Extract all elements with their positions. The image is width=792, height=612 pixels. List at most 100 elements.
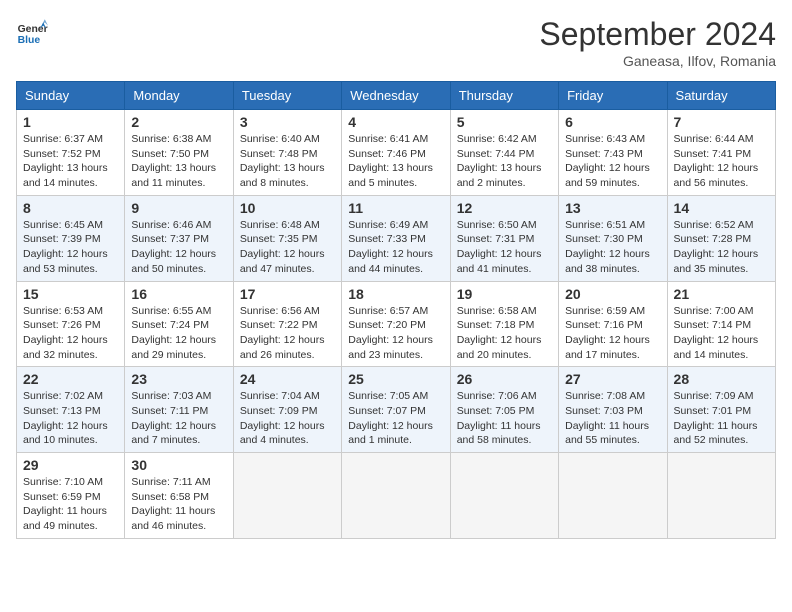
day-number-12: 12 bbox=[457, 200, 552, 216]
day-number-9: 9 bbox=[131, 200, 226, 216]
empty-cell bbox=[233, 453, 341, 539]
day-number-27: 27 bbox=[565, 371, 660, 387]
day-info-21: Sunrise: 7:00 AMSunset: 7:14 PMDaylight:… bbox=[674, 304, 769, 363]
day-cell-9: 9Sunrise: 6:46 AMSunset: 7:37 PMDaylight… bbox=[125, 195, 233, 281]
day-cell-10: 10 Sunrise: 6:48 AMSunset: 7:35 PMDayligh… bbox=[233, 195, 341, 281]
header-tuesday: Tuesday bbox=[233, 82, 341, 110]
day-info-20: Sunrise: 6:59 AMSunset: 7:16 PMDaylight:… bbox=[565, 304, 660, 363]
day-cell-22: 22 Sunrise: 7:02 AMSunset: 7:13 PMDayligh… bbox=[17, 367, 125, 453]
day-info-10: Sunrise: 6:48 AMSunset: 7:35 PMDaylight:… bbox=[240, 218, 335, 277]
day-cell-8: 8 Sunrise: 6:45 AMSunset: 7:39 PMDaylight… bbox=[17, 195, 125, 281]
day-info-26: Sunrise: 7:06 AMSunset: 7:05 PMDaylight:… bbox=[457, 389, 552, 448]
day-number-25: 25 bbox=[348, 371, 443, 387]
day-info-8: Sunrise: 6:45 AMSunset: 7:39 PMDaylight:… bbox=[23, 218, 118, 277]
day-number-10: 10 bbox=[240, 200, 335, 216]
day-info-12: Sunrise: 6:50 AMSunset: 7:31 PMDaylight:… bbox=[457, 218, 552, 277]
day-number-23: 23 bbox=[131, 371, 226, 387]
day-info-6: Sunrise: 6:43 AMSunset: 7:43 PMDaylight:… bbox=[565, 132, 660, 191]
day-info-28: Sunrise: 7:09 AMSunset: 7:01 PMDaylight:… bbox=[674, 389, 769, 448]
day-number-17: 17 bbox=[240, 286, 335, 302]
day-info-3: Sunrise: 6:40 AMSunset: 7:48 PMDaylight:… bbox=[240, 132, 335, 191]
day-info-11: Sunrise: 6:49 AMSunset: 7:33 PMDaylight:… bbox=[348, 218, 443, 277]
day-number-5: 5 bbox=[457, 114, 552, 130]
day-cell-28: 28 Sunrise: 7:09 AMSunset: 7:01 PMDayligh… bbox=[667, 367, 775, 453]
empty-cell bbox=[342, 453, 450, 539]
weekday-header-row: Sunday Monday Tuesday Wednesday Thursday… bbox=[17, 82, 776, 110]
day-number-24: 24 bbox=[240, 371, 335, 387]
day-info-17: Sunrise: 6:56 AMSunset: 7:22 PMDaylight:… bbox=[240, 304, 335, 363]
day-info-19: Sunrise: 6:58 AMSunset: 7:18 PMDaylight:… bbox=[457, 304, 552, 363]
month-title: September 2024 bbox=[539, 16, 776, 53]
day-number-28: 28 bbox=[674, 371, 769, 387]
header-thursday: Thursday bbox=[450, 82, 558, 110]
week-row-4: 22 Sunrise: 7:02 AMSunset: 7:13 PMDayligh… bbox=[17, 367, 776, 453]
day-cell-11: 11 Sunrise: 6:49 AMSunset: 7:33 PMDayligh… bbox=[342, 195, 450, 281]
day-number-22: 22 bbox=[23, 371, 118, 387]
day-cell-13: 13 Sunrise: 6:51 AMSunset: 7:30 PMDayligh… bbox=[559, 195, 667, 281]
day-info-7: Sunrise: 6:44 AMSunset: 7:41 PMDaylight:… bbox=[674, 132, 769, 191]
week-row-2: 8 Sunrise: 6:45 AMSunset: 7:39 PMDaylight… bbox=[17, 195, 776, 281]
day-cell-17: 17 Sunrise: 6:56 AMSunset: 7:22 PMDayligh… bbox=[233, 281, 341, 367]
empty-cell bbox=[450, 453, 558, 539]
day-cell-25: 25 Sunrise: 7:05 AMSunset: 7:07 PMDayligh… bbox=[342, 367, 450, 453]
week-row-1: 1Sunrise: 6:37 AMSunset: 7:52 PMDaylight… bbox=[17, 110, 776, 196]
day-info-2: Sunrise: 6:38 AMSunset: 7:50 PMDaylight:… bbox=[131, 132, 226, 191]
day-number-29: 29 bbox=[23, 457, 118, 473]
svg-text:Blue: Blue bbox=[18, 35, 41, 46]
day-number-1: 1 bbox=[23, 114, 118, 130]
day-cell-6: 6 Sunrise: 6:43 AMSunset: 7:43 PMDaylight… bbox=[559, 110, 667, 196]
day-info-27: Sunrise: 7:08 AMSunset: 7:03 PMDaylight:… bbox=[565, 389, 660, 448]
header-monday: Monday bbox=[125, 82, 233, 110]
day-cell-15: 15Sunrise: 6:53 AMSunset: 7:26 PMDayligh… bbox=[17, 281, 125, 367]
day-info-23: Sunrise: 7:03 AMSunset: 7:11 PMDaylight:… bbox=[131, 389, 226, 448]
day-cell-20: 20 Sunrise: 6:59 AMSunset: 7:16 PMDayligh… bbox=[559, 281, 667, 367]
day-info-4: Sunrise: 6:41 AMSunset: 7:46 PMDaylight:… bbox=[348, 132, 443, 191]
header-saturday: Saturday bbox=[667, 82, 775, 110]
day-info-25: Sunrise: 7:05 AMSunset: 7:07 PMDaylight:… bbox=[348, 389, 443, 448]
day-info-29: Sunrise: 7:10 AMSunset: 6:59 PMDaylight:… bbox=[23, 475, 118, 534]
header-friday: Friday bbox=[559, 82, 667, 110]
day-number-11: 11 bbox=[348, 200, 443, 216]
logo: General Blue bbox=[16, 16, 48, 48]
day-cell-21: 21 Sunrise: 7:00 AMSunset: 7:14 PMDayligh… bbox=[667, 281, 775, 367]
day-info-15: Sunrise: 6:53 AMSunset: 7:26 PMDaylight:… bbox=[23, 304, 118, 363]
day-number-14: 14 bbox=[674, 200, 769, 216]
day-info-22: Sunrise: 7:02 AMSunset: 7:13 PMDaylight:… bbox=[23, 389, 118, 448]
title-block: September 2024 Ganeasa, Ilfov, Romania bbox=[539, 16, 776, 69]
header-wednesday: Wednesday bbox=[342, 82, 450, 110]
day-number-8: 8 bbox=[23, 200, 118, 216]
week-row-3: 15Sunrise: 6:53 AMSunset: 7:26 PMDayligh… bbox=[17, 281, 776, 367]
day-number-3: 3 bbox=[240, 114, 335, 130]
day-cell-30: 30Sunrise: 7:11 AMSunset: 6:58 PMDayligh… bbox=[125, 453, 233, 539]
day-cell-14: 14 Sunrise: 6:52 AMSunset: 7:28 PMDayligh… bbox=[667, 195, 775, 281]
day-number-21: 21 bbox=[674, 286, 769, 302]
day-number-4: 4 bbox=[348, 114, 443, 130]
day-cell-4: 4 Sunrise: 6:41 AMSunset: 7:46 PMDaylight… bbox=[342, 110, 450, 196]
day-cell-18: 18Sunrise: 6:57 AMSunset: 7:20 PMDayligh… bbox=[342, 281, 450, 367]
page-header: General Blue September 2024 Ganeasa, Ilf… bbox=[16, 16, 776, 69]
day-number-6: 6 bbox=[565, 114, 660, 130]
day-cell-12: 12 Sunrise: 6:50 AMSunset: 7:31 PMDayligh… bbox=[450, 195, 558, 281]
day-cell-3: 3 Sunrise: 6:40 AMSunset: 7:48 PMDaylight… bbox=[233, 110, 341, 196]
day-cell-5: 5 Sunrise: 6:42 AMSunset: 7:44 PMDaylight… bbox=[450, 110, 558, 196]
day-number-16: 16 bbox=[131, 286, 226, 302]
day-info-16: Sunrise: 6:55 AMSunset: 7:24 PMDaylight:… bbox=[131, 304, 226, 363]
day-info-5: Sunrise: 6:42 AMSunset: 7:44 PMDaylight:… bbox=[457, 132, 552, 191]
day-cell-1: 1Sunrise: 6:37 AMSunset: 7:52 PMDaylight… bbox=[17, 110, 125, 196]
day-cell-2: 2 Sunrise: 6:38 AMSunset: 7:50 PMDaylight… bbox=[125, 110, 233, 196]
day-cell-27: 27 Sunrise: 7:08 AMSunset: 7:03 PMDayligh… bbox=[559, 367, 667, 453]
day-info-24: Sunrise: 7:04 AMSunset: 7:09 PMDaylight:… bbox=[240, 389, 335, 448]
empty-cell bbox=[667, 453, 775, 539]
day-cell-23: 23 Sunrise: 7:03 AMSunset: 7:11 PMDayligh… bbox=[125, 367, 233, 453]
day-number-13: 13 bbox=[565, 200, 660, 216]
day-number-26: 26 bbox=[457, 371, 552, 387]
day-number-20: 20 bbox=[565, 286, 660, 302]
day-number-19: 19 bbox=[457, 286, 552, 302]
day-cell-19: 19 Sunrise: 6:58 AMSunset: 7:18 PMDayligh… bbox=[450, 281, 558, 367]
day-number-2: 2 bbox=[131, 114, 226, 130]
day-info-13: Sunrise: 6:51 AMSunset: 7:30 PMDaylight:… bbox=[565, 218, 660, 277]
calendar-table: Sunday Monday Tuesday Wednesday Thursday… bbox=[16, 81, 776, 539]
day-info-14: Sunrise: 6:52 AMSunset: 7:28 PMDaylight:… bbox=[674, 218, 769, 277]
empty-cell bbox=[559, 453, 667, 539]
day-cell-29: 29 Sunrise: 7:10 AMSunset: 6:59 PMDayligh… bbox=[17, 453, 125, 539]
